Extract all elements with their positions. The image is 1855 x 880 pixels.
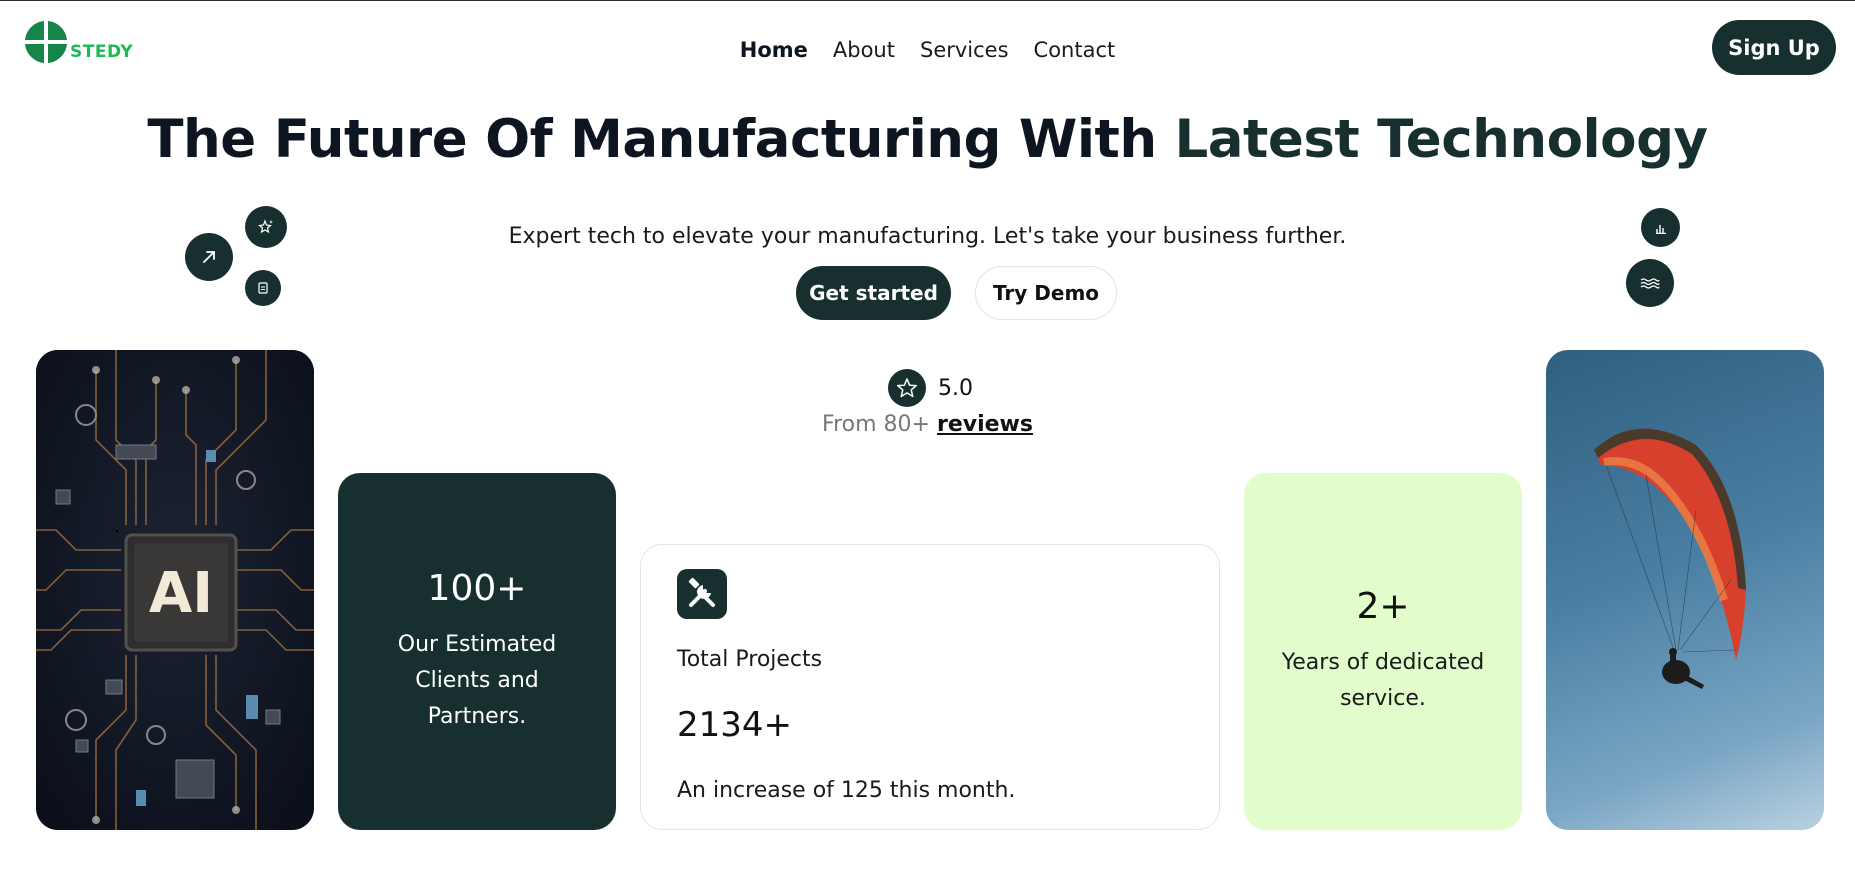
reviews-link[interactable]: reviews xyxy=(937,412,1033,437)
sparkle-star-icon xyxy=(245,206,287,248)
tools-icon xyxy=(677,569,727,619)
nav-home[interactable]: Home xyxy=(740,37,808,63)
hero-title: The Future Of Manufacturing With Latest … xyxy=(0,109,1855,170)
hero-title-main: The Future Of Manufacturing With xyxy=(147,109,1175,170)
clients-card: 100+ Our Estimated Clients and Partners. xyxy=(338,473,616,830)
ai-chip-image: AI xyxy=(36,350,314,830)
document-icon xyxy=(245,270,281,306)
get-started-button[interactable]: Get started xyxy=(796,266,951,320)
star-icon xyxy=(888,369,926,407)
projects-note: An increase of 125 this month. xyxy=(677,778,1016,803)
years-card: 2+ Years of dedicated service. xyxy=(1244,473,1522,830)
nav-about[interactable]: About xyxy=(833,37,895,63)
projects-title: Total Projects xyxy=(677,647,823,672)
try-demo-button[interactable]: Try Demo xyxy=(975,266,1117,320)
bar-chart-icon xyxy=(1641,208,1680,247)
years-number: 2+ xyxy=(1356,586,1410,627)
hero-title-accent: Latest Technology xyxy=(1174,109,1709,170)
rating-value: 5.0 xyxy=(938,375,973,401)
ai-chip-text: AI xyxy=(149,561,213,626)
clients-label: Our Estimated Clients and Partners. xyxy=(397,632,557,729)
waves-icon xyxy=(1626,259,1674,307)
clients-number: 100+ xyxy=(427,568,527,609)
main-nav: Home About Services Contact xyxy=(0,37,1855,63)
reviews-prefix: From 80+ xyxy=(822,412,930,437)
arrow-up-right-icon xyxy=(185,233,233,281)
nav-services[interactable]: Services xyxy=(920,37,1009,63)
years-label: Years of dedicated service. xyxy=(1281,650,1485,711)
rating: 5.0 xyxy=(888,369,973,407)
projects-card: Total Projects 2134+ An increase of 125 … xyxy=(640,544,1220,830)
projects-number: 2134+ xyxy=(677,705,793,745)
paraglider-image xyxy=(1546,350,1824,830)
nav-contact[interactable]: Contact xyxy=(1034,37,1116,63)
sign-up-button[interactable]: Sign Up xyxy=(1712,20,1836,75)
